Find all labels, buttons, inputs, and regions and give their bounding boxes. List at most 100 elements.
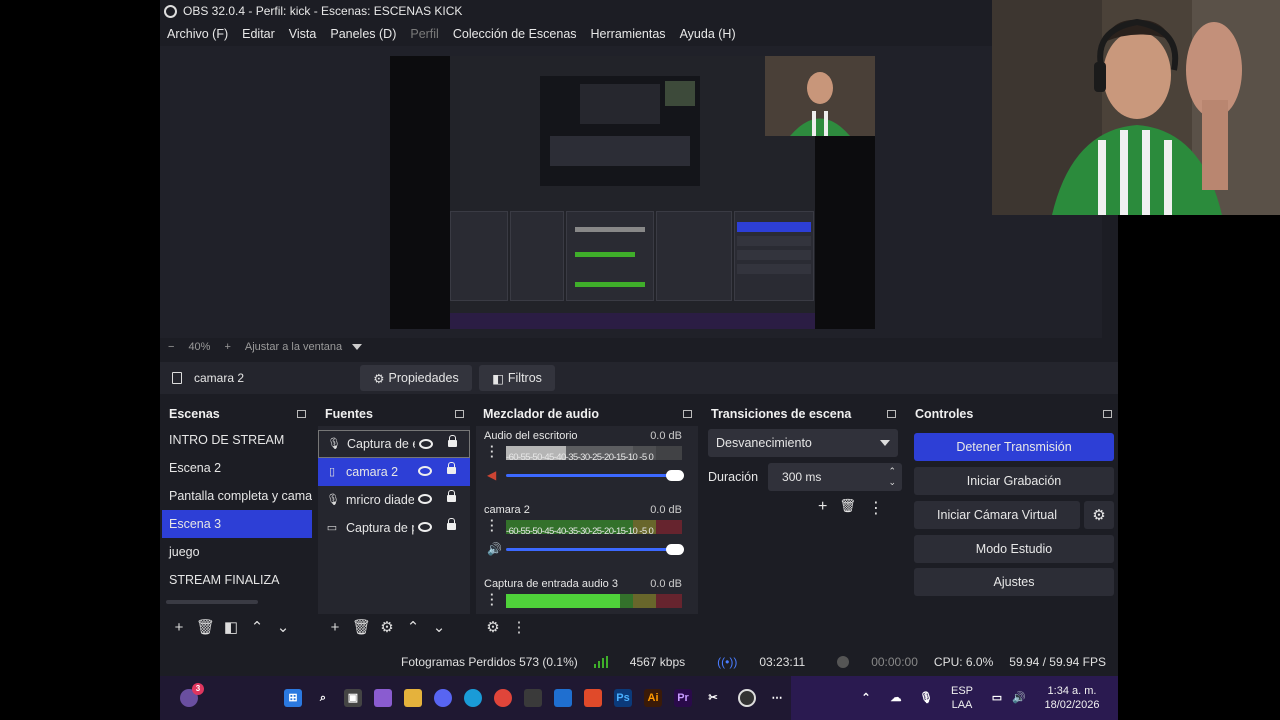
volume-slider-knob[interactable]	[666, 470, 684, 481]
scenes-scrollbar[interactable]	[166, 600, 258, 604]
volume-slider[interactable]	[506, 470, 684, 481]
scene-item[interactable]: STREAM FINALIZA	[162, 566, 312, 594]
brave-icon[interactable]	[584, 689, 602, 707]
obs-taskbar-icon[interactable]	[738, 689, 756, 707]
add-icon[interactable]: +	[326, 619, 344, 637]
speaker-muted-icon[interactable]: ◀	[487, 468, 496, 482]
search-icon[interactable]: ⌕	[314, 689, 332, 707]
source-item[interactable]: 🎙 mricro diadema	[318, 486, 470, 514]
file-explorer-icon[interactable]	[404, 689, 422, 707]
filter-icon[interactable]: ◧	[222, 619, 240, 637]
more-options-icon[interactable]: ⋮	[868, 498, 884, 518]
virtual-cam-settings-gear-icon[interactable]: ⚙	[1084, 501, 1114, 529]
preview-canvas[interactable]	[390, 56, 875, 329]
undock-icon[interactable]	[683, 410, 692, 418]
premiere-icon[interactable]: Pr	[674, 689, 692, 707]
trash-icon[interactable]: 🗑	[352, 619, 371, 637]
illustrator-icon[interactable]: Ai	[644, 689, 662, 707]
cloud-icon[interactable]: ☁	[887, 689, 905, 707]
more-apps-icon[interactable]: ⋯	[768, 689, 786, 707]
settings-button[interactable]: Ajustes	[914, 568, 1114, 596]
eye-icon[interactable]	[418, 522, 432, 532]
scene-item[interactable]: juego	[162, 538, 312, 566]
task-view-icon[interactable]: ▣	[344, 689, 362, 707]
zoom-out-button[interactable]: −	[168, 341, 174, 353]
eye-icon[interactable]	[419, 439, 433, 449]
undock-icon[interactable]	[887, 410, 896, 418]
chevron-up-icon[interactable]: ⌃	[857, 689, 875, 707]
outlook-icon[interactable]	[554, 689, 572, 707]
eye-icon[interactable]	[418, 466, 432, 476]
copilot-icon[interactable]	[374, 689, 392, 707]
gear-icon[interactable]: ⚙	[378, 619, 396, 637]
properties-button[interactable]: ⚙ Propiedades	[360, 365, 472, 391]
menu-perfil[interactable]: Perfil	[410, 27, 438, 41]
photoshop-icon[interactable]: Ps	[614, 689, 632, 707]
chevron-up-icon[interactable]: ⌃	[248, 619, 266, 637]
volume-slider-knob[interactable]	[666, 544, 684, 555]
clock[interactable]: 1:34 a. m. 18/02/2026	[1036, 684, 1108, 712]
filters-button[interactable]: ◧ Filtros	[479, 365, 555, 391]
transition-select[interactable]: Desvanecimiento	[708, 429, 898, 457]
volume-icon[interactable]: 🔊	[1010, 689, 1028, 707]
lock-icon[interactable]	[447, 490, 456, 504]
gear-icon[interactable]: ⚙	[484, 619, 502, 637]
store-icon[interactable]	[524, 689, 542, 707]
chevron-down-icon[interactable]: ⌄	[274, 619, 292, 637]
scene-item-selected[interactable]: Escena 3	[162, 510, 312, 538]
windows-start-icon[interactable]: ⊞	[284, 689, 302, 707]
scene-item[interactable]: INTRO DE STREAM	[162, 426, 312, 454]
spin-arrows-icon[interactable]: ⌃ ⌄	[888, 466, 896, 488]
menu-vista[interactable]: Vista	[289, 27, 317, 41]
eye-icon[interactable]	[418, 494, 432, 504]
undock-icon[interactable]	[1103, 410, 1112, 418]
add-icon[interactable]: +	[170, 619, 188, 637]
edge-icon[interactable]	[464, 689, 482, 707]
add-icon[interactable]: +	[818, 498, 827, 518]
network-icon[interactable]: ▭	[988, 689, 1006, 707]
source-item-selected[interactable]: ▯ camara 2	[318, 458, 470, 486]
preview-zoom-bar: − 40% + Ajustar a la ventana	[160, 338, 1118, 356]
undock-icon[interactable]	[297, 410, 306, 418]
menu-editar[interactable]: Editar	[242, 27, 275, 41]
chevron-down-icon[interactable]	[352, 344, 363, 350]
zoom-in-button[interactable]: +	[224, 341, 230, 353]
capcut-icon[interactable]: ✂	[704, 689, 722, 707]
duration-input[interactable]: 300 ms ⌃ ⌄	[768, 463, 902, 491]
language-indicator[interactable]: ESP LAA	[948, 684, 976, 712]
lock-icon[interactable]	[448, 435, 457, 449]
stop-stream-button[interactable]: Detener Transmisión	[914, 433, 1114, 461]
lock-icon[interactable]	[447, 462, 456, 476]
menu-coleccion-escenas[interactable]: Colección de Escenas	[453, 27, 577, 41]
trash-icon[interactable]: 🗑	[839, 498, 856, 518]
scene-item[interactable]: Pantalla completa y cama	[162, 482, 312, 510]
lock-icon[interactable]	[447, 518, 456, 532]
start-recording-button[interactable]: Iniciar Grabación	[914, 467, 1114, 495]
menu-bar: Archivo (F) Editar Vista Paneles (D) Per…	[160, 24, 750, 44]
undock-icon[interactable]	[455, 410, 464, 418]
chevron-down-icon	[880, 440, 890, 446]
chevron-down-icon[interactable]: ⌄	[430, 619, 448, 637]
menu-paneles[interactable]: Paneles (D)	[330, 27, 396, 41]
more-options-icon[interactable]: · · ·	[490, 440, 494, 463]
chrome-icon[interactable]	[494, 689, 512, 707]
microphone-icon[interactable]: 🎙	[917, 689, 935, 707]
chevron-up-icon[interactable]: ⌃	[404, 619, 422, 637]
source-item[interactable]: 🎙 Captura de entrada	[318, 430, 470, 458]
speaker-icon[interactable]: 🔊	[487, 542, 502, 556]
menu-ayuda[interactable]: Ayuda (H)	[680, 27, 736, 41]
trash-icon[interactable]: 🗑	[196, 619, 215, 637]
start-virtual-cam-button[interactable]: Iniciar Cámara Virtual	[914, 501, 1080, 529]
source-item[interactable]: ▭ Captura de pantalla	[318, 514, 470, 542]
more-options-icon[interactable]: · · ·	[490, 588, 494, 611]
fit-to-window-label[interactable]: Ajustar a la ventana	[245, 341, 342, 353]
discord-icon[interactable]	[434, 689, 452, 707]
volume-slider[interactable]	[506, 544, 684, 555]
menu-archivo[interactable]: Archivo (F)	[167, 27, 228, 41]
scenes-dock: Escenas INTRO DE STREAM Escena 2 Pantall…	[162, 404, 312, 642]
more-options-icon[interactable]: · · ·	[490, 514, 494, 537]
more-options-icon[interactable]: ⋮	[510, 619, 528, 637]
scene-item[interactable]: Escena 2	[162, 454, 312, 482]
menu-herramientas[interactable]: Herramientas	[591, 27, 666, 41]
studio-mode-button[interactable]: Modo Estudio	[914, 535, 1114, 563]
